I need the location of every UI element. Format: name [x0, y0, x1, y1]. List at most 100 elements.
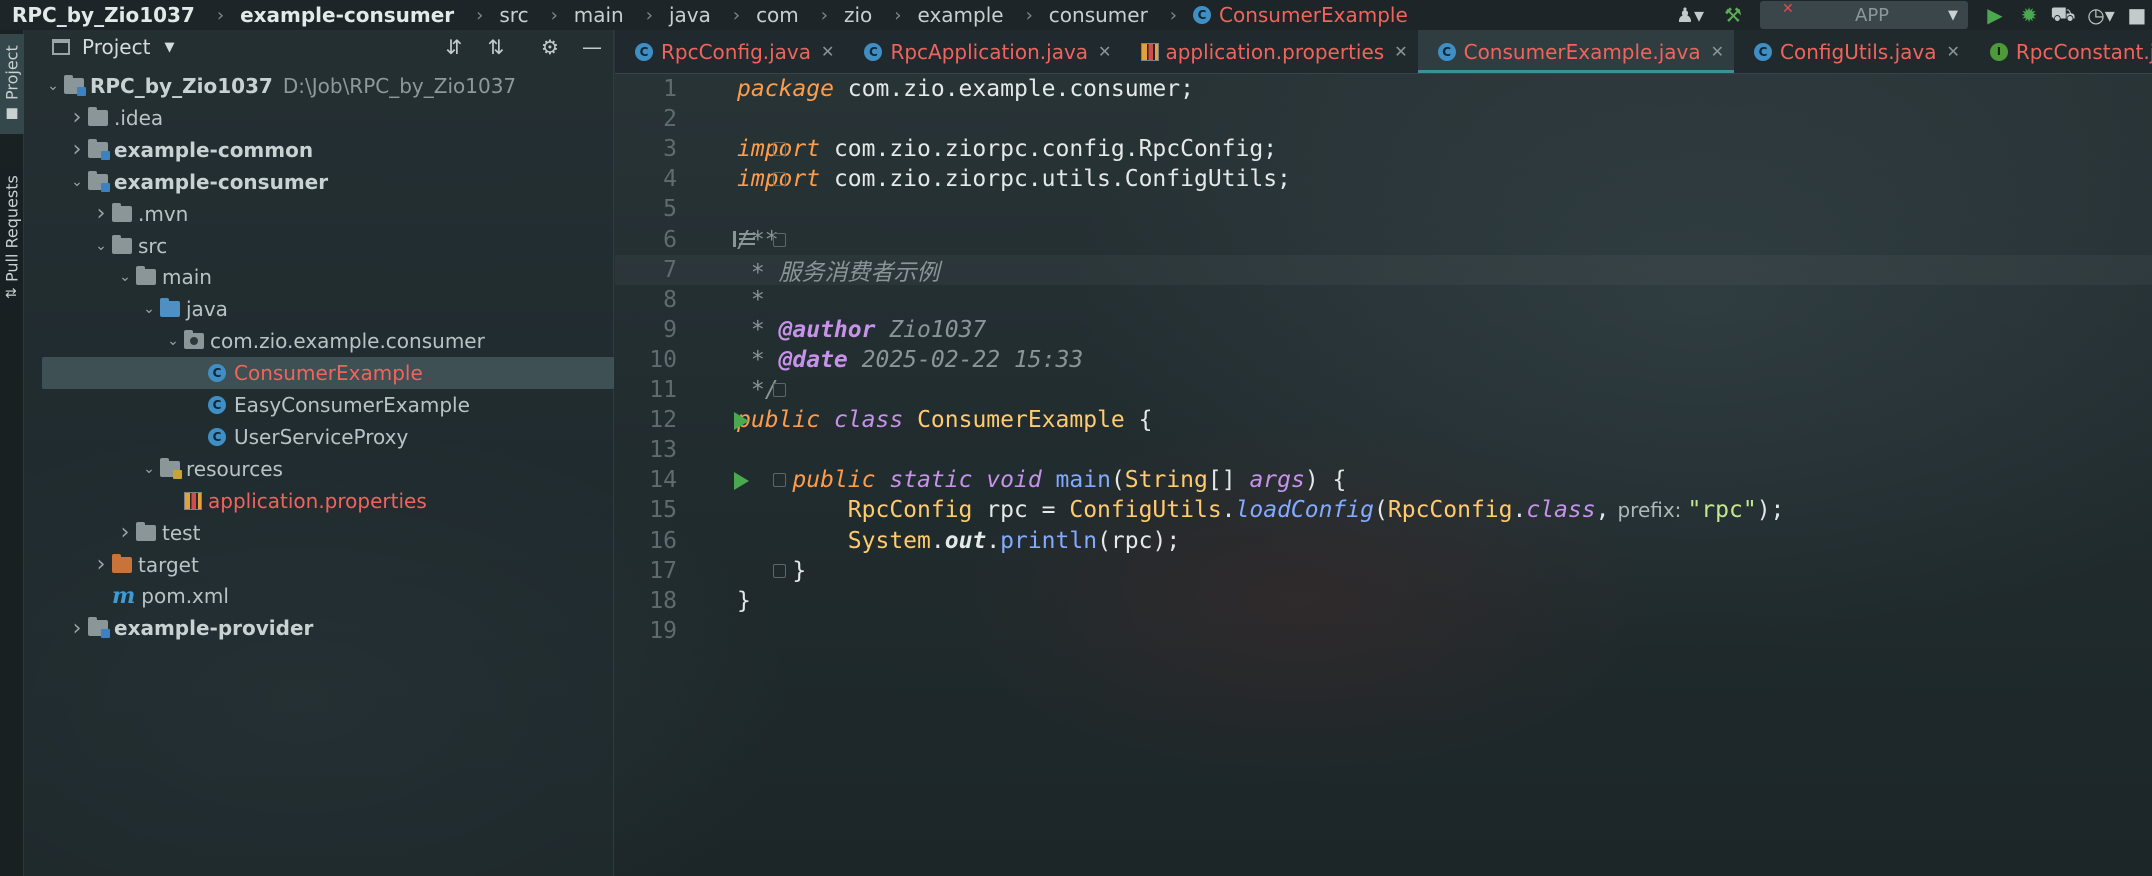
- tree-item[interactable]: ⌄ src: [24, 230, 614, 262]
- close-icon[interactable]: ✕: [1711, 42, 1724, 61]
- code-line[interactable]: 9 * @author Zio1037: [615, 315, 2152, 345]
- project-panel-title[interactable]: Project: [82, 35, 150, 59]
- tree-item[interactable]: ⌄ RPC_by_Zio1037 D:\Job\RPC_by_Zio1037: [24, 70, 614, 102]
- code-line[interactable]: 19: [615, 616, 2152, 646]
- code-line[interactable]: 14 public static void main(String[] args…: [615, 465, 2152, 495]
- profile-icon[interactable]: ◷▾: [2080, 0, 2122, 30]
- gutter: [677, 556, 786, 586]
- run-gutter-icon[interactable]: [734, 472, 749, 491]
- fold-icon[interactable]: [773, 142, 786, 157]
- close-icon[interactable]: ✕: [1946, 42, 1959, 61]
- code-line[interactable]: 12 public class ConsumerExample {: [615, 405, 2152, 435]
- pull-requests-tool-tab[interactable]: ⇅ Pull Requests: [0, 162, 24, 312]
- close-icon[interactable]: ✕: [1098, 42, 1111, 61]
- build-hammer-icon[interactable]: ⚒: [1716, 0, 1750, 30]
- close-icon[interactable]: ✕: [821, 42, 834, 61]
- tree-item[interactable]: application.properties: [24, 485, 614, 517]
- gutter: [677, 405, 749, 435]
- chevron-down-icon[interactable]: ⌄: [114, 269, 136, 285]
- hide-panel-icon[interactable]: —: [571, 35, 613, 59]
- chevron-down-icon[interactable]: ⌄: [138, 301, 160, 317]
- chevron-down-icon[interactable]: ⌄: [162, 333, 184, 349]
- tree-item[interactable]: › .idea: [24, 102, 614, 134]
- stop-icon[interactable]: ■: [2122, 0, 2152, 30]
- tree-item[interactable]: m pom.xml: [24, 580, 614, 612]
- chevron-right-icon[interactable]: ›: [90, 552, 112, 577]
- chevron-down-icon[interactable]: ⌄: [66, 174, 88, 190]
- tree-item[interactable]: ⌄ com.zio.example.consumer: [24, 325, 614, 357]
- run-gutter-icon[interactable]: [734, 412, 749, 431]
- user-icon[interactable]: ♟▾: [1664, 0, 1716, 30]
- chevron-right-icon[interactable]: ›: [90, 201, 112, 226]
- tree-item[interactable]: › example-provider: [24, 612, 614, 644]
- render-doc-icon[interactable]: [733, 230, 755, 247]
- code-line[interactable]: 16 System. out. println (rpc);: [615, 526, 2152, 556]
- coverage-icon[interactable]: ⛟: [2046, 0, 2080, 30]
- code-line[interactable]: 15 RpcConfig rpc = ConfigUtils. loadConfi…: [615, 495, 2152, 525]
- breadcrumb-item[interactable]: C ConsumerExample: [1193, 3, 1408, 27]
- code-line[interactable]: 8 *: [615, 285, 2152, 315]
- tree-item-label: EasyConsumerExample: [234, 393, 470, 417]
- tab-rpcconstant-java[interactable]: IRpcConstant.java✕: [1970, 30, 2152, 73]
- code-line[interactable]: 5: [615, 194, 2152, 224]
- chevron-right-icon[interactable]: ›: [66, 137, 88, 162]
- code-line[interactable]: 10 * @date 2025-02-22 15:33: [615, 345, 2152, 375]
- breadcrumb-item[interactable]: src: [499, 3, 528, 27]
- tree-item[interactable]: ⌄ main: [24, 261, 614, 293]
- breadcrumb-label: java: [668, 3, 711, 27]
- tree-item[interactable]: C EasyConsumerExample: [24, 389, 614, 421]
- code-line[interactable]: 2: [615, 104, 2152, 134]
- fold-icon[interactable]: [773, 172, 786, 187]
- debug-icon[interactable]: ✹: [2012, 0, 2046, 30]
- tree-item[interactable]: › test: [24, 517, 614, 549]
- tree-item[interactable]: ⌄ example-consumer: [24, 166, 614, 198]
- breadcrumb-item[interactable]: consumer: [1049, 3, 1148, 27]
- chevron-down-icon[interactable]: ⌄: [138, 461, 160, 477]
- gear-icon[interactable]: ⚙: [529, 35, 571, 59]
- fold-icon[interactable]: [773, 232, 786, 247]
- chevron-right-icon[interactable]: ›: [114, 520, 136, 545]
- breadcrumb-item[interactable]: RPC_by_Zio1037: [12, 3, 195, 27]
- code-line[interactable]: 17 }: [615, 556, 2152, 586]
- collapse-all-icon[interactable]: ⇅: [475, 35, 517, 59]
- breadcrumb-item[interactable]: java: [669, 3, 711, 27]
- fold-icon[interactable]: [773, 473, 786, 488]
- breadcrumb-item[interactable]: com: [756, 3, 799, 27]
- breadcrumb-item[interactable]: zio: [844, 3, 872, 27]
- tree-item[interactable]: ⌄ resources: [24, 453, 614, 485]
- tab-rpcapplication-java[interactable]: C RpcApplication.java ✕: [844, 30, 1121, 73]
- tab-consumerexample-java[interactable]: C ConsumerExample.java ✕: [1417, 30, 1735, 73]
- tree-item[interactable]: › example-common: [24, 134, 614, 166]
- chevron-right-icon[interactable]: ›: [66, 105, 88, 130]
- tree-item[interactable]: C ConsumerExample: [42, 357, 614, 390]
- code-line[interactable]: 7 * 服务消费者示例: [615, 255, 2152, 286]
- tree-item[interactable]: › .mvn: [24, 198, 614, 230]
- fold-icon[interactable]: [773, 563, 786, 578]
- tab-configutils-java[interactable]: C ConfigUtils.java ✕: [1734, 30, 1970, 73]
- code-line[interactable]: 11 */: [615, 375, 2152, 405]
- chevron-down-icon[interactable]: ▼: [164, 40, 174, 55]
- code-line[interactable]: 18}: [615, 586, 2152, 616]
- code-line[interactable]: 6/**: [615, 225, 2152, 255]
- tree-item[interactable]: › target: [24, 549, 614, 581]
- code-line[interactable]: 4 import com.zio.ziorpc.utils.ConfigUtils…: [615, 164, 2152, 194]
- chevron-right-icon[interactable]: ›: [66, 616, 88, 641]
- fold-icon[interactable]: [773, 383, 786, 397]
- close-icon[interactable]: ✕: [1394, 42, 1407, 61]
- run-icon[interactable]: ▶: [1978, 0, 2012, 30]
- expand-all-icon[interactable]: ⇵: [433, 35, 475, 59]
- breadcrumb-item[interactable]: example: [917, 3, 1003, 27]
- code-line[interactable]: 3 import com.zio.ziorpc.config.RpcConfig;: [615, 134, 2152, 164]
- tab-application-properties[interactable]: application.properties ✕: [1121, 30, 1417, 73]
- run-configuration-select[interactable]: ✕ APP ▼: [1760, 1, 1968, 29]
- tree-item[interactable]: ⌄ java: [24, 293, 614, 325]
- breadcrumb-item[interactable]: main: [574, 3, 624, 27]
- breadcrumb-item[interactable]: example-consumer: [240, 3, 454, 27]
- chevron-down-icon[interactable]: ⌄: [42, 78, 64, 94]
- code-line[interactable]: 13: [615, 435, 2152, 465]
- tree-item[interactable]: C UserServiceProxy: [24, 421, 614, 453]
- chevron-down-icon[interactable]: ⌄: [90, 238, 112, 254]
- code-line[interactable]: 1 package com.zio.example.consumer;: [615, 74, 2152, 104]
- project-tool-tab[interactable]: ■ Project: [0, 34, 24, 134]
- tab-rpcconfig-java[interactable]: C RpcConfig.java ✕: [615, 30, 844, 73]
